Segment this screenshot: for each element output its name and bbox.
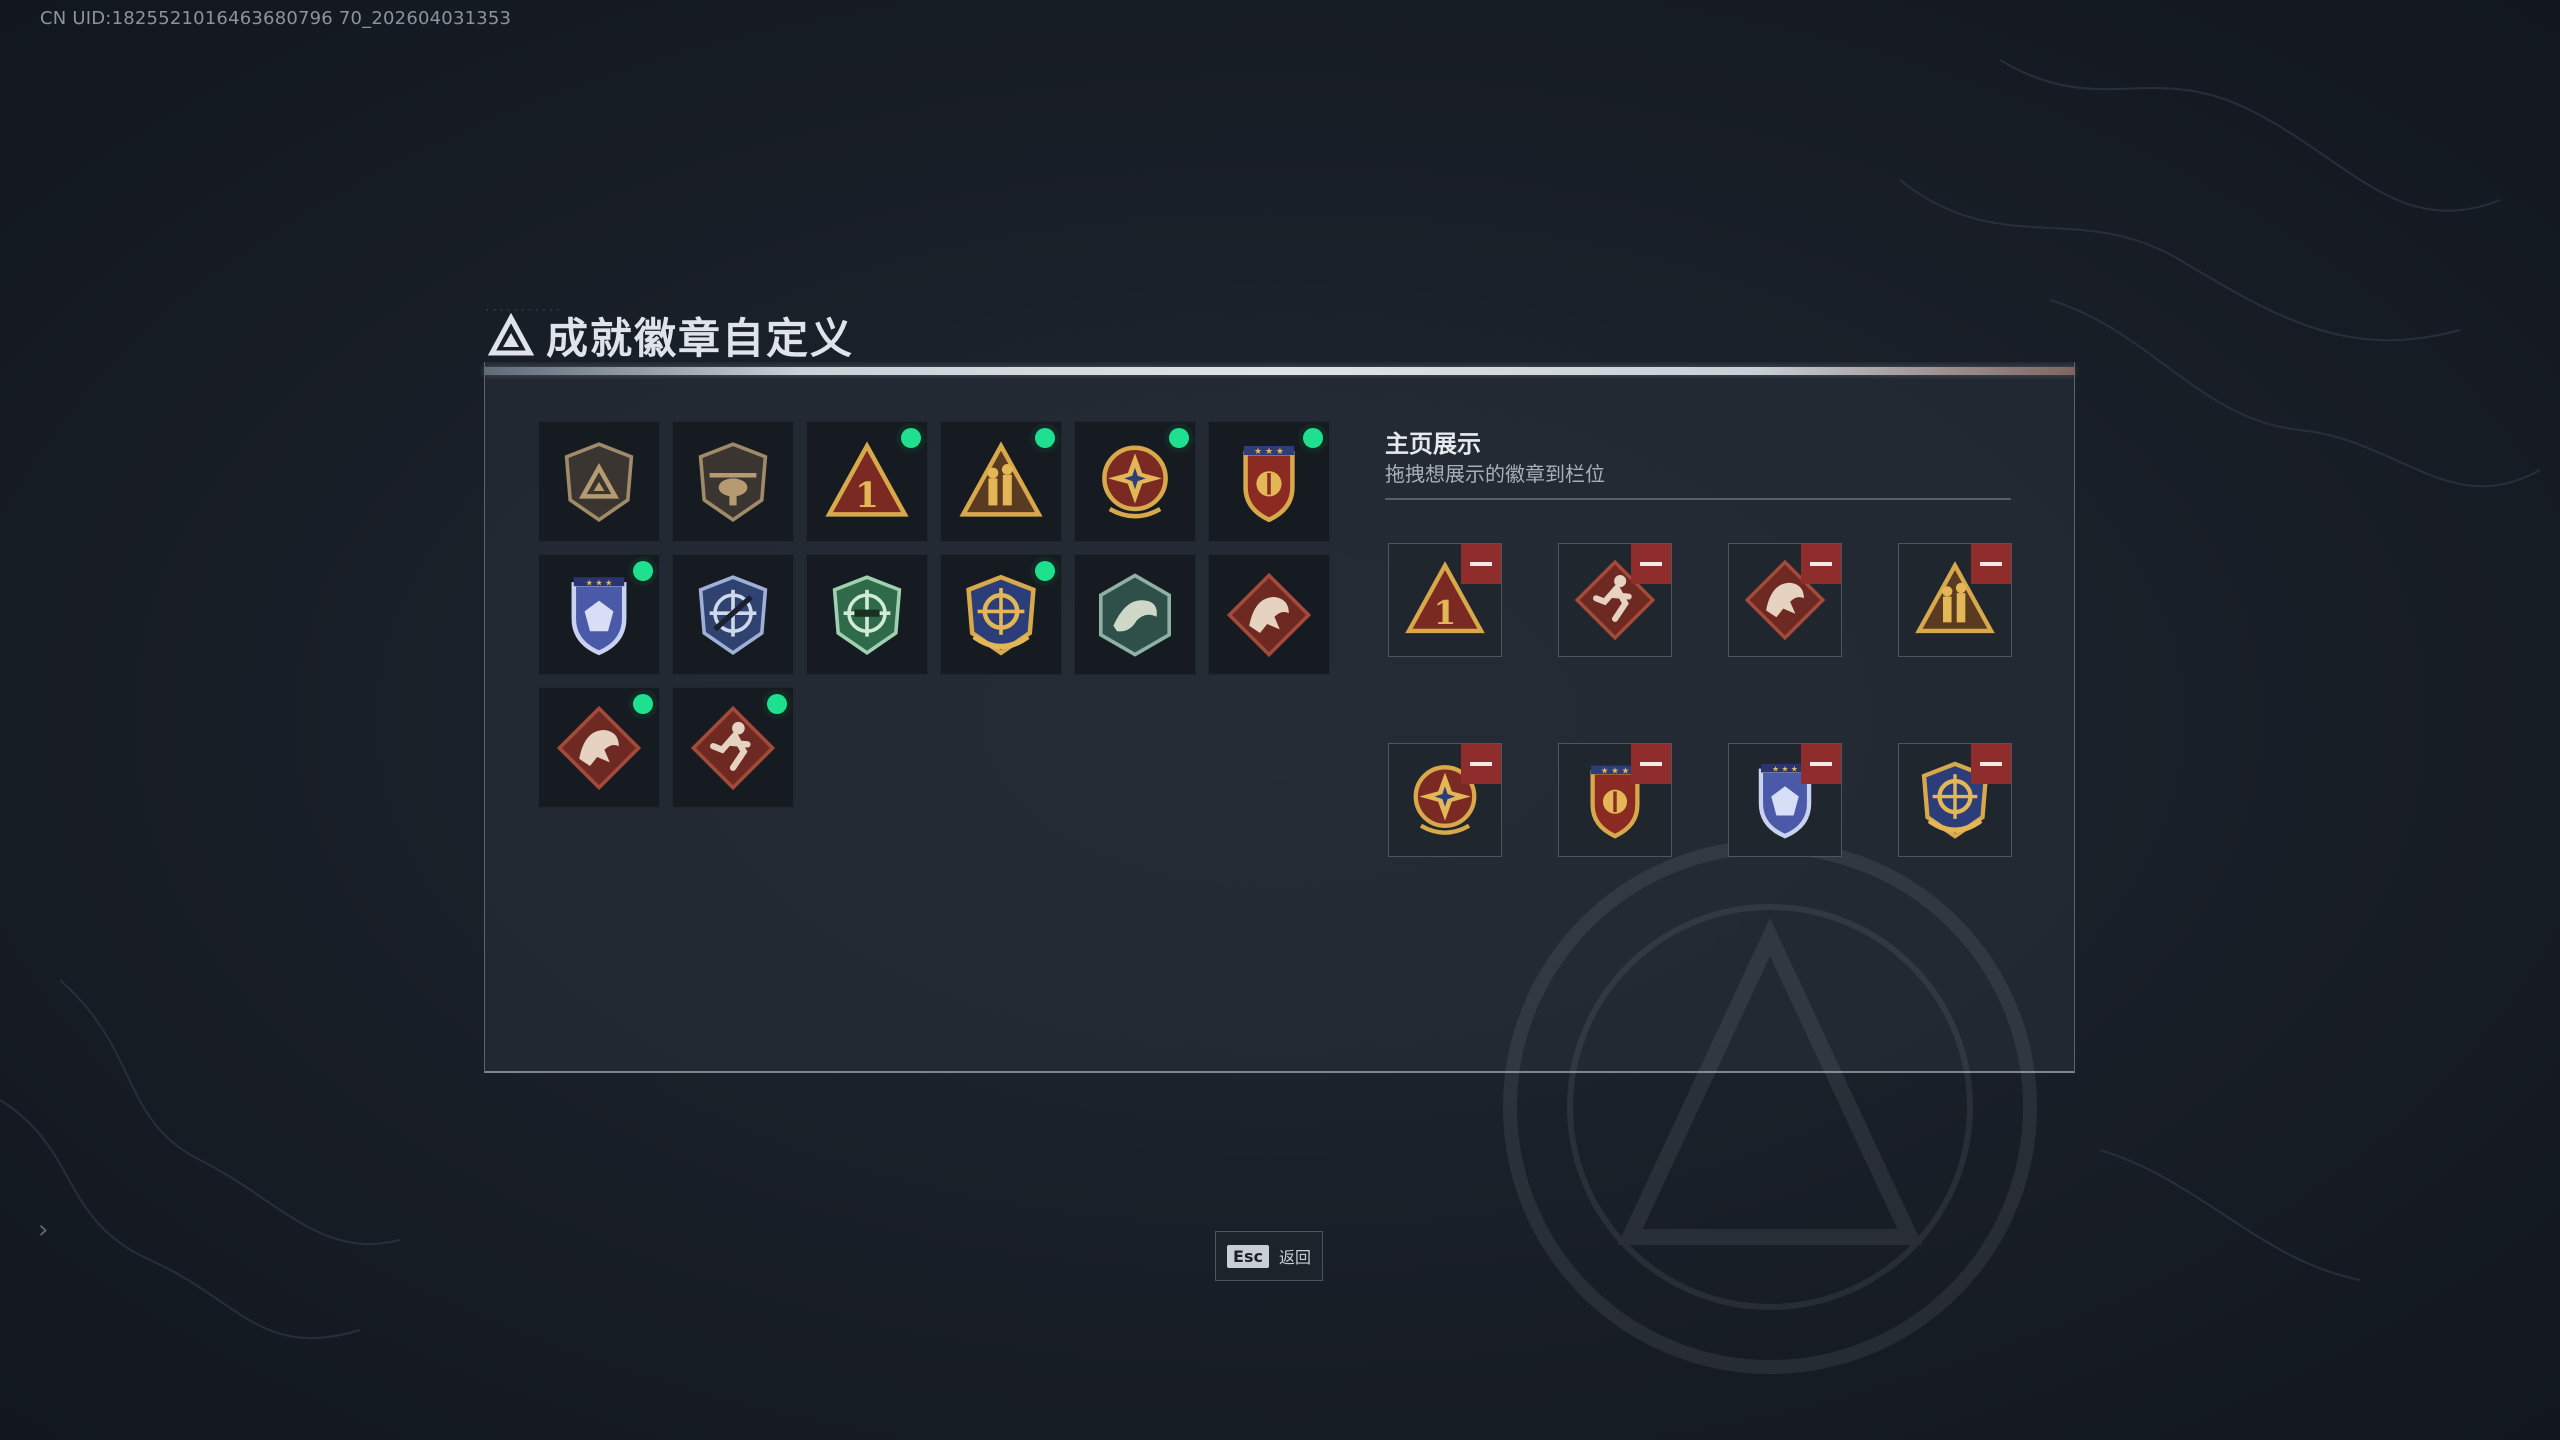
svg-text:★ ★ ★: ★ ★ ★ — [586, 577, 613, 587]
triangle-soldiers-icon — [959, 440, 1043, 517]
showcase-divider — [1385, 498, 2011, 500]
selected-indicator-icon — [633, 561, 653, 581]
red-diamond-dragon-icon — [556, 705, 642, 790]
remove-badge-button[interactable] — [1801, 544, 1841, 584]
badge-inventory-grid: 1 ★ ★ ★ ★ ★ ★ — [538, 421, 1330, 808]
svg-text:★ ★ ★: ★ ★ ★ — [1772, 765, 1798, 774]
badge-cell[interactable] — [940, 554, 1062, 675]
badge-cell[interactable] — [940, 421, 1062, 542]
selected-indicator-icon — [633, 694, 653, 714]
remove-badge-button[interactable] — [1631, 744, 1671, 784]
blue-crosshair-shield-icon — [698, 574, 768, 655]
red-diamond-runner-icon — [690, 705, 776, 790]
shield-helicopter-bronze-icon — [698, 441, 768, 522]
badge-cell[interactable]: ★ ★ ★ — [1208, 421, 1330, 542]
minus-icon — [1980, 562, 2002, 566]
showcase-slot[interactable] — [1388, 743, 1502, 857]
minus-icon — [1640, 762, 1662, 766]
page-header: 成就徽章自定义 — [488, 305, 854, 366]
gold-crosshair-laurel-icon — [966, 574, 1036, 656]
remove-badge-button[interactable] — [1461, 544, 1501, 584]
shield-triangle-bronze-icon — [564, 441, 634, 522]
svg-text:1: 1 — [855, 476, 879, 516]
selected-indicator-icon — [1303, 428, 1323, 448]
showcase-subtitle: 拖拽想展示的徽章到栏位 — [1385, 462, 1605, 486]
chevron-left-icon: › — [38, 1215, 49, 1245]
minus-icon — [1470, 762, 1492, 766]
triangle-logo-icon — [488, 312, 534, 355]
svg-text:★ ★ ★: ★ ★ ★ — [1601, 766, 1630, 776]
showcase-slot[interactable] — [1898, 743, 2012, 857]
remove-badge-button[interactable] — [1971, 544, 2011, 584]
minus-icon — [1810, 762, 1832, 766]
compass-star-medal-icon — [1102, 445, 1168, 518]
emblem-watermark — [1503, 840, 2037, 1374]
hexagon-dragon-icon — [1099, 572, 1171, 657]
svg-text:1: 1 — [1434, 593, 1457, 632]
remove-badge-button[interactable] — [1971, 744, 2011, 784]
minus-icon — [1640, 562, 1662, 566]
showcase-title: 主页展示 — [1385, 430, 1481, 458]
uid-label: CN UID:1825521016463680796 70_2026040313… — [40, 8, 512, 29]
badge-cell[interactable] — [538, 421, 660, 542]
badge-cell[interactable] — [1208, 554, 1330, 675]
badge-cell[interactable] — [672, 554, 794, 675]
blue-shield-stars-icon: ★ ★ ★ — [571, 576, 627, 655]
remove-badge-button[interactable] — [1801, 744, 1841, 784]
badge-cell[interactable] — [806, 554, 928, 675]
badge-cell[interactable] — [538, 687, 660, 808]
minus-icon — [1810, 562, 1832, 566]
showcase-slot-grid: 1 ★ ★ ★ ★ ★ ★ — [1388, 543, 2012, 857]
minus-icon — [1980, 762, 2002, 766]
badge-cell[interactable] — [1074, 421, 1196, 542]
page-title: 成就徽章自定义 — [546, 314, 855, 363]
badge-cell[interactable] — [1074, 554, 1196, 675]
remove-badge-button[interactable] — [1631, 544, 1671, 584]
esc-key-icon: Esc — [1227, 1244, 1269, 1268]
green-crosshair-shield-icon — [832, 574, 902, 655]
remove-badge-button[interactable] — [1461, 744, 1501, 784]
red-diamond-dragon-icon — [1226, 572, 1312, 657]
badge-cell[interactable] — [672, 421, 794, 542]
minus-icon — [1470, 562, 1492, 566]
panel-top-bar — [484, 367, 2075, 375]
triangle-number-one-icon: 1 — [825, 440, 909, 517]
crest-stars-shield-icon: ★ ★ ★ — [1243, 445, 1295, 522]
showcase-slot[interactable]: ★ ★ ★ — [1558, 743, 1672, 857]
selected-indicator-icon — [1035, 561, 1055, 581]
showcase-slot[interactable]: ★ ★ ★ — [1728, 743, 1842, 857]
back-label: 返回 — [1278, 1248, 1311, 1267]
badge-cell[interactable] — [672, 687, 794, 808]
showcase-slot[interactable] — [1558, 543, 1672, 657]
selected-indicator-icon — [1169, 428, 1189, 448]
back-button[interactable]: Esc 返回 — [1215, 1231, 1323, 1281]
showcase-slot[interactable] — [1898, 543, 2012, 657]
showcase-slot[interactable] — [1728, 543, 1842, 657]
svg-text:★ ★ ★: ★ ★ ★ — [1254, 447, 1284, 457]
selected-indicator-icon — [767, 694, 787, 714]
selected-indicator-icon — [901, 428, 921, 448]
selected-indicator-icon — [1035, 428, 1055, 448]
badge-cell[interactable]: 1 — [806, 421, 928, 542]
badge-cell[interactable]: ★ ★ ★ — [538, 554, 660, 675]
showcase-slot[interactable]: 1 — [1388, 543, 1502, 657]
